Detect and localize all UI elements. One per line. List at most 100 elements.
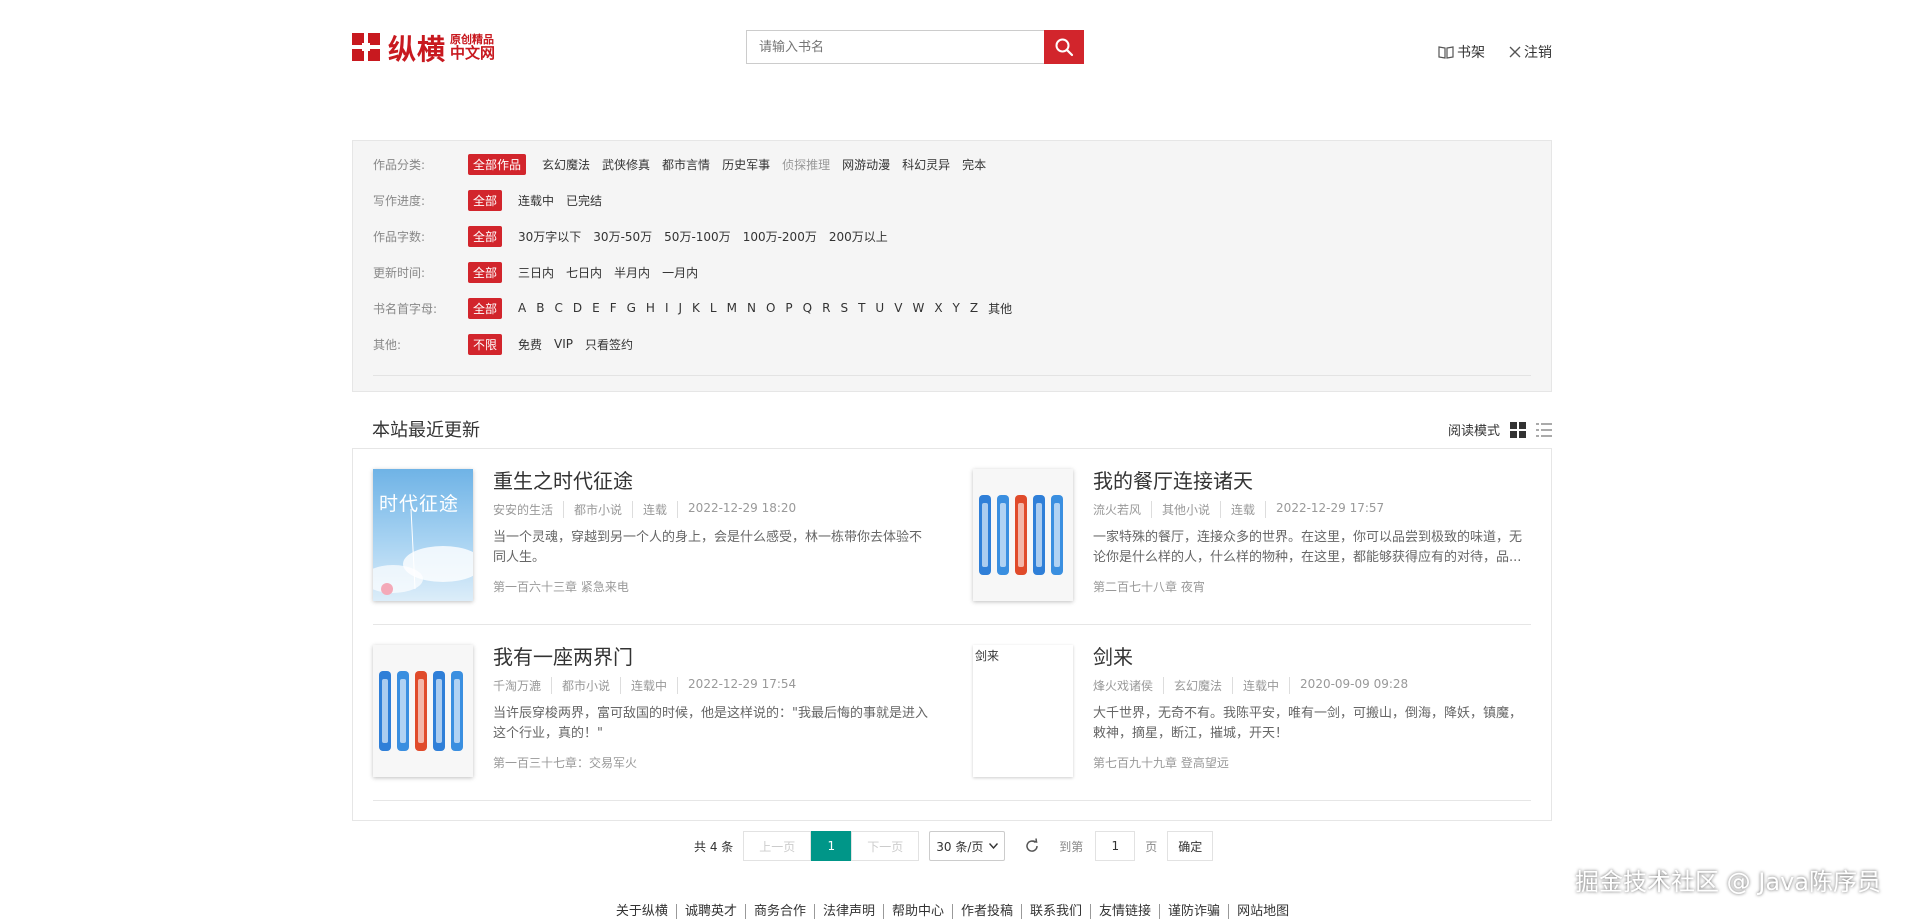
filter-option[interactable]: 全部 (468, 297, 503, 319)
search-input[interactable] (746, 30, 1044, 64)
filter-option[interactable]: L (710, 301, 717, 315)
filter-option[interactable]: 全部 (468, 225, 503, 247)
filter-option[interactable]: 武侠修真 (602, 156, 650, 173)
next-page-button[interactable]: 下一页 (851, 831, 920, 861)
footer-link[interactable]: 网站地图 (1229, 904, 1297, 919)
book-title[interactable]: 我有一座两界门 (493, 645, 933, 669)
filter-option[interactable]: U (875, 301, 884, 315)
book-card[interactable]: 我的餐厅连接诸天 流火若风 其他小说 连载 2022-12-29 17:57 一家特殊的餐… (973, 469, 1533, 609)
filter-option[interactable]: 只看签约 (585, 336, 633, 353)
footer-link[interactable]: 联系我们 (1022, 904, 1092, 919)
bookshelf-link[interactable]: 书架 (1438, 42, 1485, 62)
footer-link[interactable]: 友情链接 (1091, 904, 1161, 919)
filter-option[interactable]: 全部 (468, 261, 503, 283)
filter-option[interactable]: C (554, 301, 562, 315)
filter-option[interactable]: K (692, 301, 700, 315)
book-cover[interactable] (373, 645, 473, 777)
filter-option[interactable]: E (592, 301, 600, 315)
filter-option[interactable]: A (518, 301, 526, 315)
filter-option[interactable]: 200万以上 (829, 228, 888, 245)
book-cover[interactable] (973, 469, 1073, 601)
filter-option[interactable]: 其他 (988, 300, 1012, 317)
filter-option[interactable]: O (766, 301, 775, 315)
list-view-icon[interactable] (1536, 422, 1552, 438)
logout-link[interactable]: 注销 (1509, 42, 1552, 62)
footer-link[interactable]: 诚聘英才 (676, 904, 746, 919)
filter-option[interactable]: D (573, 301, 582, 315)
filter-option[interactable]: N (747, 301, 756, 315)
filter-option[interactable]: 七日内 (566, 264, 602, 281)
filter-option[interactable]: 不限 (468, 333, 503, 355)
prev-page-button[interactable]: 上一页 (743, 831, 812, 861)
filter-option[interactable]: G (627, 301, 636, 315)
filter-option[interactable]: B (536, 301, 544, 315)
filter-option[interactable]: 都市言情 (662, 156, 710, 173)
book-category[interactable]: 都市小说 (563, 501, 632, 518)
book-card[interactable]: 剑来 剑来 烽火戏诸侯 玄幻魔法 连载中 2020-09-09 09:28 大千世界，无奇不… (973, 645, 1533, 785)
book-title[interactable]: 我的餐厅连接诸天 (1093, 469, 1533, 493)
footer-link[interactable]: 商务合作 (745, 904, 815, 919)
filter-option[interactable]: 完本 (962, 156, 986, 173)
book-cover[interactable]: 剑来 (973, 645, 1073, 777)
goto-page-input[interactable]: 1 (1095, 831, 1136, 861)
filter-option[interactable]: T (858, 301, 865, 315)
search-button[interactable] (1044, 30, 1084, 64)
filter-option[interactable]: 科幻灵异 (902, 156, 950, 173)
filter-option[interactable]: 连载中 (518, 192, 554, 209)
book-category[interactable]: 其他小说 (1151, 501, 1220, 518)
filter-option[interactable]: 免费 (518, 336, 542, 353)
goto-confirm-button[interactable]: 确定 (1167, 831, 1214, 861)
filter-option[interactable]: 玄幻魔法 (542, 156, 590, 173)
book-author[interactable]: 安安的生活 (493, 501, 563, 518)
site-logo[interactable]: 纵横 原创精品 中文网 (352, 28, 495, 68)
book-card[interactable]: 时代征途 重生之时代征途 安安的生活 都市小说 连载 2022-12-29 18:20 当一… (373, 469, 933, 609)
filter-option[interactable]: 30万字以下 (518, 228, 581, 245)
filter-option[interactable]: 半月内 (614, 264, 650, 281)
book-latest-chapter[interactable]: 第一百三十七章：交易军火 (493, 754, 933, 771)
filter-option[interactable]: V (894, 301, 902, 315)
filter-option[interactable]: X (934, 301, 942, 315)
filter-option[interactable]: W (912, 301, 924, 315)
filter-option[interactable]: 全部作品 (468, 153, 527, 175)
book-author[interactable]: 千淘万漉 (493, 677, 551, 694)
footer-link[interactable]: 法律声明 (814, 904, 884, 919)
filter-option[interactable]: Y (953, 301, 960, 315)
footer-link[interactable]: 关于纵横 (607, 904, 677, 919)
filter-option[interactable]: 网游动漫 (842, 156, 890, 173)
filter-option[interactable]: 100万-200万 (743, 228, 817, 245)
filter-option[interactable]: 侦探推理 (782, 156, 830, 173)
filter-option[interactable]: P (785, 301, 792, 315)
book-card[interactable]: 我有一座两界门 千淘万漉 都市小说 连载中 2022-12-29 17:54 当许辰穿梭两… (373, 645, 933, 785)
page-size-select[interactable]: 30 条/页 (929, 831, 1006, 861)
filter-option[interactable]: 30万-50万 (593, 228, 652, 245)
filter-option[interactable]: 三日内 (518, 264, 554, 281)
book-title[interactable]: 重生之时代征途 (493, 469, 933, 493)
filter-option[interactable]: 一月内 (662, 264, 698, 281)
filter-option[interactable]: S (840, 301, 848, 315)
grid-view-icon[interactable] (1510, 421, 1526, 438)
book-author[interactable]: 流火若风 (1093, 501, 1151, 518)
book-author[interactable]: 烽火戏诸侯 (1093, 677, 1163, 694)
book-category[interactable]: 玄幻魔法 (1163, 677, 1232, 694)
filter-option[interactable]: M (727, 301, 737, 315)
refresh-icon[interactable] (1023, 837, 1041, 855)
book-latest-chapter[interactable]: 第二百七十八章 夜宵 (1093, 578, 1533, 595)
filter-option[interactable]: H (646, 301, 655, 315)
filter-option[interactable]: I (665, 301, 669, 315)
footer-link[interactable]: 谨防诈骗 (1160, 904, 1230, 919)
book-category[interactable]: 都市小说 (551, 677, 620, 694)
book-latest-chapter[interactable]: 第一百六十三章 紧急来电 (493, 578, 933, 595)
filter-option[interactable]: F (610, 301, 617, 315)
footer-link[interactable]: 作者投稿 (953, 904, 1023, 919)
filter-option[interactable]: 50万-100万 (664, 228, 731, 245)
book-latest-chapter[interactable]: 第七百九十九章 登高望远 (1093, 754, 1533, 771)
book-cover[interactable]: 时代征途 (373, 469, 473, 601)
footer-link[interactable]: 帮助中心 (883, 904, 953, 919)
page-1-button[interactable]: 1 (811, 831, 852, 861)
filter-option[interactable]: R (822, 301, 830, 315)
filter-option[interactable]: Q (803, 301, 812, 315)
filter-option[interactable]: J (679, 301, 683, 315)
book-title[interactable]: 剑来 (1093, 645, 1533, 669)
filter-option[interactable]: 全部 (468, 189, 503, 211)
filter-option[interactable]: VIP (554, 337, 573, 351)
